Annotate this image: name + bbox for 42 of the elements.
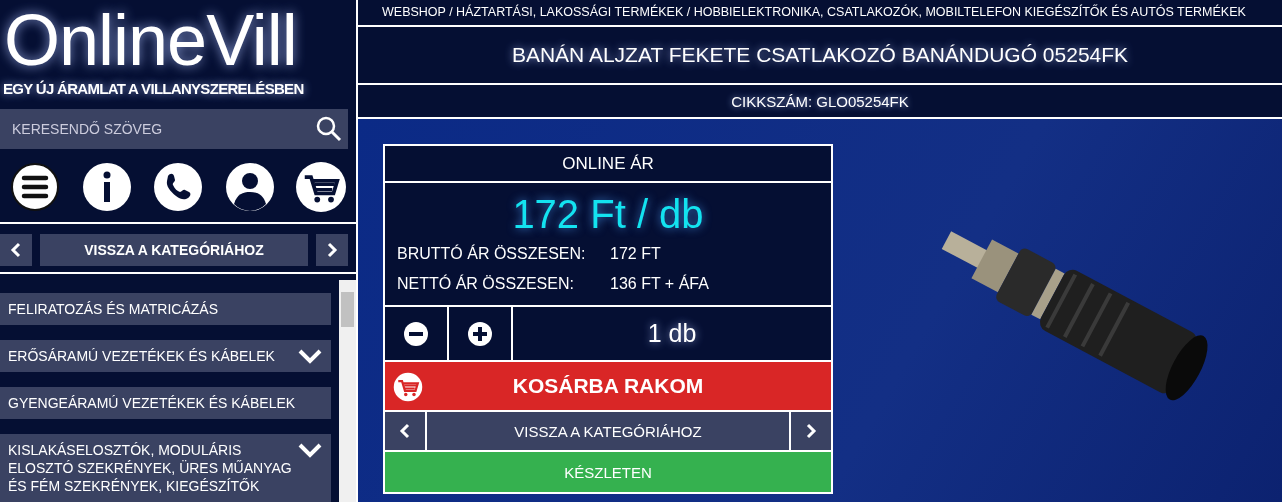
category-item[interactable]: KISLAKÁSELOSZTÓK, MODULÁRIS ELOSZTÓ SZEKRÉNYEK, ÜRES MŰANYAG ÉS FÉM SZEKRÉNYEK, KIEGÉSZÍTŐK <box>0 434 331 502</box>
chevron-right-icon <box>805 423 817 439</box>
chevron-left-icon <box>399 423 411 439</box>
chevron-down-icon[interactable] <box>297 348 323 364</box>
cart-icon <box>393 372 423 402</box>
plus-icon <box>468 321 492 346</box>
next-button[interactable] <box>316 234 348 266</box>
category-item[interactable]: FELIRATOZÁS ÉS MATRICÁZÁS <box>0 293 331 325</box>
minus-icon <box>404 321 428 346</box>
increase-button[interactable] <box>449 307 511 360</box>
unit-price: 172 Ft / db <box>511 191 705 238</box>
price-label: BRUTTÓ ÁR ÖSSZESEN: <box>397 243 587 264</box>
back-to-category-button[interactable]: VISSZA A KATEGÓRIÁHOZ <box>40 234 308 266</box>
add-to-cart-button[interactable]: KOSÁRBA RAKOM <box>385 362 831 410</box>
tagline: EGY ÚJ ÁRAMLAT A VILLANYSZERELÉSBEN <box>3 80 304 97</box>
price-value: 136 FT + ÁFA <box>610 273 709 294</box>
info-icon[interactable] <box>81 162 132 213</box>
search-field[interactable]: KERESENDŐ SZÖVEG <box>0 109 348 149</box>
chevron-left-icon <box>10 242 22 259</box>
next-button[interactable] <box>791 412 831 450</box>
phone-icon[interactable] <box>153 162 203 213</box>
chevron-down-icon[interactable] <box>297 442 323 458</box>
breadcrumb[interactable]: WEBSHOP / HÁZTARTÁSI, LAKOSSÁGI TERMÉKEK / HOBBIELEKTRONIKA, CSATLAKOZÓK, MOBILTELEFON KIEGÉSZÍTŐK ÉS AUTÓS TERMÉKEK <box>358 0 1282 27</box>
scrollbar[interactable] <box>339 280 356 502</box>
logo[interactable]: OnlineVill <box>4 0 297 80</box>
price-label: NETTÓ ÁR ÖSSZESEN: <box>397 273 575 294</box>
product-title: BANÁN ALJZAT FEKETE CSATLAKOZÓ BANÁNDUGÓ 05254FK <box>358 27 1282 85</box>
quantity-field[interactable]: 1 db <box>513 307 831 360</box>
user-icon[interactable] <box>224 162 275 213</box>
chevron-right-icon <box>326 242 338 259</box>
search-icon[interactable] <box>316 115 342 142</box>
previous-button[interactable] <box>0 234 32 266</box>
cart-icon[interactable] <box>296 162 346 213</box>
price-heading: ONLINE ÁR <box>385 146 831 181</box>
category-item[interactable]: GYENGEÁRAMÚ VEZETÉKEK ÉS KÁBELEK <box>0 387 331 419</box>
previous-button[interactable] <box>385 412 425 450</box>
back-to-category-button[interactable]: VISSZA A KATEGÓRIÁHOZ <box>427 412 789 450</box>
price-value: 172 FT <box>610 244 661 264</box>
stock-status: KÉSZLETEN <box>385 452 831 492</box>
menu-icon[interactable] <box>10 162 60 213</box>
category-item[interactable]: ERŐSÁRAMÚ VEZETÉKEK ÉS KÁBELEK <box>0 340 331 372</box>
decrease-button[interactable] <box>385 307 447 360</box>
